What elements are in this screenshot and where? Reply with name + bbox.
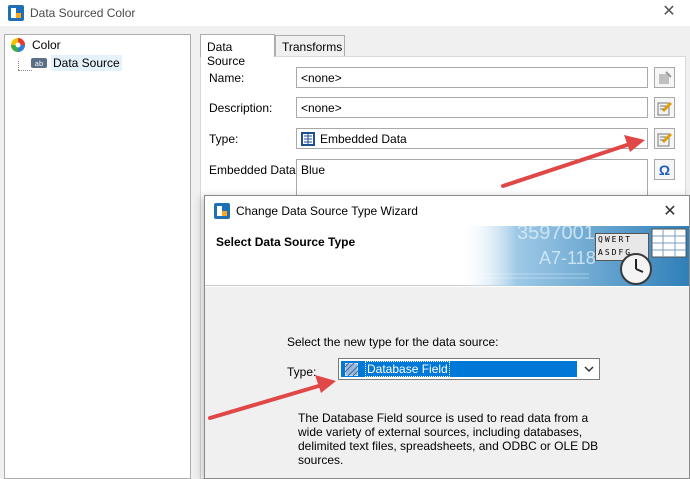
tree-item-label: Data Source [51, 55, 122, 71]
embedded-data-icon [301, 131, 315, 146]
edit-icon [657, 132, 672, 146]
type-dropdown[interactable]: Database Field [338, 358, 600, 380]
clear-button[interactable] [654, 67, 675, 88]
window-titlebar: Data Sourced Color ✕ [0, 0, 690, 26]
chevron-down-icon[interactable] [583, 363, 595, 375]
wizard-header: Select Data Source Type 3597001 A7-118 Q… [205, 226, 689, 286]
description-field[interactable]: <none> [296, 97, 648, 118]
type-selected: Database Field [341, 361, 577, 377]
change-type-button[interactable] [654, 128, 675, 149]
close-icon[interactable]: ✕ [661, 201, 679, 221]
tab-data-source[interactable]: Data Source [200, 34, 275, 68]
special-character-button[interactable]: Ω [654, 159, 675, 180]
clock-icon [620, 253, 652, 285]
tree-connector [18, 61, 19, 70]
change-type-wizard: Change Data Source Type Wizard ✕ Select … [204, 195, 690, 479]
name-label: Name: [209, 71, 245, 85]
edit-description-button[interactable] [654, 97, 675, 118]
svg-text:ab: ab [35, 60, 44, 68]
app-icon [8, 5, 24, 21]
clear-icon [658, 70, 672, 84]
type-field[interactable]: Embedded Data [296, 128, 648, 149]
wizard-heading: Select Data Source Type [216, 235, 356, 249]
app-icon [214, 203, 230, 219]
edit-icon [657, 101, 672, 115]
tree-item-data-source[interactable]: ab Data Source [31, 54, 122, 72]
spreadsheet-icon [651, 228, 687, 258]
type-selected-label: Database Field [365, 361, 450, 377]
name-field[interactable]: <none> [296, 67, 648, 88]
keyboard-row: QWERT [598, 235, 633, 244]
tree-item-label: Color [32, 38, 61, 52]
type-label: Type: [209, 132, 239, 146]
description-label: Description: [209, 101, 273, 115]
wizard-title: Change Data Source Type Wizard [236, 204, 418, 218]
window-title: Data Sourced Color [30, 6, 136, 20]
tree-connector [18, 70, 32, 71]
embedded-data-label: Embedded Data: [209, 163, 300, 177]
type-description: The Database Field source is used to rea… [298, 411, 599, 467]
type-label: Type: [287, 365, 317, 379]
banner-code: A7-118 [539, 248, 596, 268]
database-field-icon [345, 362, 358, 376]
tab-transforms[interactable]: Transforms [275, 35, 345, 57]
text-data-icon: ab [31, 58, 47, 68]
tree-item-color[interactable]: Color [10, 36, 63, 54]
close-icon[interactable]: ✕ [660, 3, 678, 21]
omega-icon: Ω [658, 161, 671, 178]
wizard-titlebar: Change Data Source Type Wizard ✕ [205, 196, 689, 226]
instruction-text: Select the new type for the data source: [287, 335, 499, 349]
color-wheel-icon [11, 38, 25, 52]
wizard-content: Select the new type for the data source:… [205, 287, 689, 478]
banner-number: 3597001 [517, 226, 595, 244]
property-tree: Color ab Data Source [4, 34, 191, 479]
type-value: Embedded Data [320, 131, 407, 146]
wizard-banner: 3597001 A7-118 QWERT ASDFG [459, 226, 689, 286]
